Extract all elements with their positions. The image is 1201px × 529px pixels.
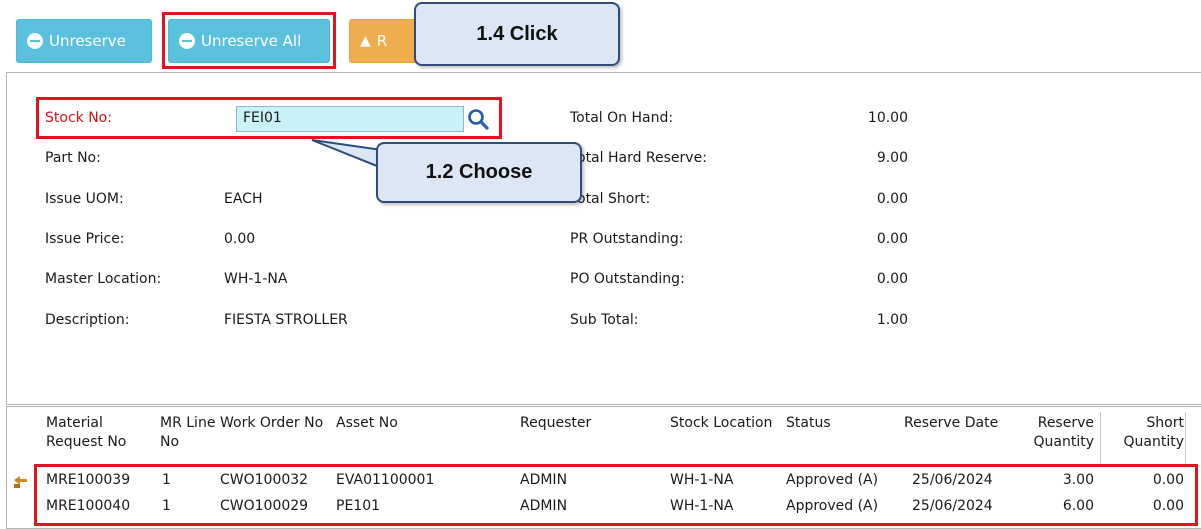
header-mr-line-no-line1: MR Line (160, 415, 216, 431)
cell-reserve-date: 25/06/2024 (912, 472, 993, 488)
master-location-value: WH-1-NA (224, 271, 288, 287)
part-no-label: Part No: (45, 150, 101, 166)
cell-mr-line-no: 1 (162, 498, 171, 514)
total-on-hand-label: Total On Hand: (570, 110, 674, 126)
cell-requester: ADMIN (520, 472, 568, 488)
stock-no-label: Stock No: (45, 110, 112, 126)
header-reserve-quantity[interactable]: Reserve Quantity (1016, 414, 1095, 452)
cell-reserve-date: 25/06/2024 (912, 498, 993, 514)
header-mr-line-no[interactable]: MR Line No (160, 414, 215, 452)
callout-choose: 1.2 Choose (376, 142, 582, 203)
po-outstanding-value: 0.00 (876, 271, 908, 287)
header-material-request-no[interactable]: Material Request No (46, 414, 126, 452)
header-work-order-no[interactable]: Work Order No (220, 414, 323, 433)
header-short-quantity-line1: Short (1146, 415, 1184, 431)
header-asset-no[interactable]: Asset No (336, 414, 398, 433)
search-icon[interactable] (466, 107, 490, 131)
issue-uom-value: EACH (224, 191, 263, 207)
cell-stock-location: WH-1-NA (670, 498, 734, 514)
unreserve-all-button-label: Unreserve All (201, 32, 302, 50)
callout-choose-text: 1.2 Choose (425, 161, 533, 183)
cell-work-order-no: CWO100029 (220, 498, 309, 514)
cell-reserve-quantity: 3.00 (1062, 472, 1094, 488)
sub-total-label: Sub Total: (570, 312, 639, 328)
header-material-request-no-line1: Material (46, 415, 103, 431)
header-status[interactable]: Status (786, 414, 831, 433)
header-reserve-quantity-line2: Quantity (1033, 434, 1095, 450)
issue-price-value: 0.00 (224, 231, 256, 247)
cell-asset-no: PE101 (336, 498, 381, 514)
header-short-quantity[interactable]: Short Quantity (1104, 414, 1185, 452)
total-on-hand-value: 10.00 (867, 110, 908, 126)
cell-stock-location: WH-1-NA (670, 472, 734, 488)
cell-material-request-no: MRE100039 (46, 472, 131, 488)
cell-short-quantity: 0.00 (1152, 472, 1184, 488)
sub-total-value: 1.00 (876, 312, 908, 328)
description-value: FIESTA STROLLER (224, 312, 348, 328)
partial-reserve-button-label: R (376, 32, 388, 50)
header-reserve-date[interactable]: Reserve Date (904, 414, 998, 433)
cell-status: Approved (A) (786, 498, 879, 514)
po-outstanding-label: PO Outstanding: (570, 271, 685, 287)
cell-mr-line-no: 1 (162, 472, 171, 488)
minus-circle-icon (179, 33, 195, 49)
total-short-label: otal Short: (577, 191, 651, 207)
cell-material-request-no: MRE100040 (46, 498, 131, 514)
description-label: Description: (45, 312, 130, 328)
master-location-label: Master Location: (45, 271, 162, 287)
callout-click-text: 1.4 Click (476, 22, 558, 45)
header-reserve-quantity-line1: Reserve (1037, 415, 1094, 431)
header-material-request-no-line2: Request No (46, 434, 127, 450)
header-requester[interactable]: Requester (520, 414, 591, 433)
total-hard-reserve-value: 9.00 (876, 150, 908, 166)
pr-outstanding-value: 0.00 (876, 231, 908, 247)
header-short-quantity-line2: Quantity (1123, 434, 1185, 450)
header-mr-line-no-line2: No (160, 434, 180, 450)
pr-outstanding-label: PR Outstanding: (570, 231, 684, 247)
unreserve-all-button[interactable]: Unreserve All (168, 19, 330, 63)
cell-short-quantity: 0.00 (1152, 498, 1184, 514)
cell-requester: ADMIN (520, 498, 568, 514)
callout-click: 1.4 Click (414, 2, 620, 66)
issue-uom-label: Issue UOM: (45, 191, 124, 207)
arrow-up-icon: ▲ (360, 33, 371, 49)
cell-reserve-quantity: 6.00 (1062, 498, 1094, 514)
cell-work-order-no: CWO100032 (220, 472, 309, 488)
unreserve-button[interactable]: Unreserve (16, 19, 152, 63)
column-divider (1185, 412, 1186, 464)
row-pointer-icon (14, 476, 27, 488)
stock-no-input[interactable]: FEI01 (236, 106, 464, 132)
unreserve-button-label: Unreserve (49, 32, 126, 50)
column-divider (1100, 412, 1101, 464)
cell-status: Approved (A) (786, 472, 879, 488)
total-short-value: 0.00 (876, 191, 908, 207)
issue-price-label: Issue Price: (45, 231, 125, 247)
minus-circle-icon (27, 33, 43, 49)
header-stock-location[interactable]: Stock Location (670, 414, 772, 433)
total-hard-reserve-label: otal Hard Reserve: (577, 150, 707, 166)
cell-asset-no: EVA01100001 (336, 472, 435, 488)
